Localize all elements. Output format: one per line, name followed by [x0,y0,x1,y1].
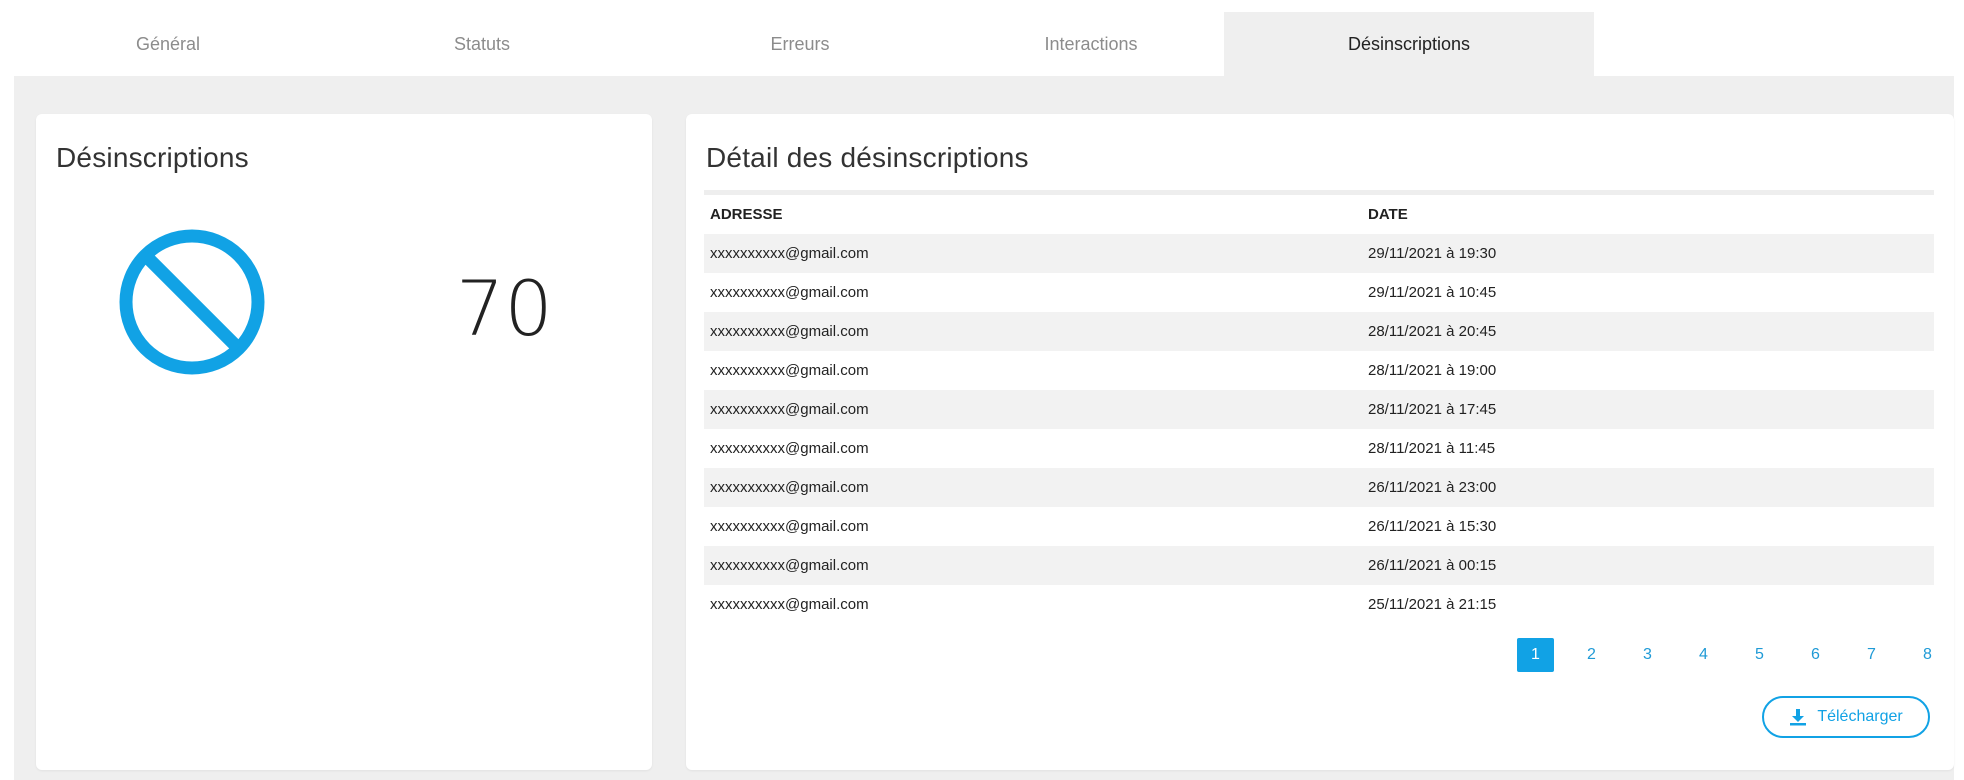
table-row: xxxxxxxxxx@gmail.com 28/11/2021 à 11:45 [704,429,1934,468]
unsubscribe-detail-card: Détail des désinscriptions ADRESSE DATE … [686,114,1954,770]
download-button[interactable]: Télécharger [1762,696,1930,738]
row-address: xxxxxxxxxx@gmail.com [710,596,869,613]
page-7-button[interactable]: 7 [1853,638,1890,672]
row-address: xxxxxxxxxx@gmail.com [710,440,869,457]
tab-desinscriptions[interactable]: Désinscriptions [1224,12,1594,76]
table-row: xxxxxxxxxx@gmail.com 25/11/2021 à 21:15 [704,585,1934,624]
tab-interactions[interactable]: Interactions [958,12,1224,76]
page-2-button[interactable]: 2 [1573,638,1610,672]
unsubscribe-summary-card: Désinscriptions 70 [36,114,652,770]
page-6-button[interactable]: 6 [1797,638,1834,672]
row-address: xxxxxxxxxx@gmail.com [710,245,869,262]
column-header-address: ADRESSE [710,206,783,223]
row-date: 29/11/2021 à 19:30 [1368,245,1497,262]
row-address: xxxxxxxxxx@gmail.com [710,557,869,574]
tab-erreurs[interactable]: Erreurs [642,12,958,76]
page-8-button[interactable]: 8 [1909,638,1946,672]
tab-bar: Général Statuts Erreurs Interactions Dés… [14,12,1954,76]
row-date: 26/11/2021 à 23:00 [1368,479,1497,496]
detail-title: Détail des désinscriptions [706,142,1029,173]
download-icon [1790,709,1807,726]
row-date: 28/11/2021 à 17:45 [1368,401,1497,418]
row-address: xxxxxxxxxx@gmail.com [710,401,869,418]
statistics-panel: Général Statuts Erreurs Interactions Dés… [14,12,1954,780]
ban-icon [119,229,265,375]
row-date: 28/11/2021 à 20:45 [1368,323,1497,340]
summary-title: Désinscriptions [56,142,249,173]
row-date: 28/11/2021 à 19:00 [1368,362,1497,379]
unsubscribe-table: ADRESSE DATE xxxxxxxxxx@gmail.com 29/11/… [704,190,1934,624]
row-address: xxxxxxxxxx@gmail.com [710,479,869,496]
row-date: 28/11/2021 à 11:45 [1368,440,1496,457]
download-label: Télécharger [1817,708,1903,725]
column-header-date: DATE [1368,206,1408,223]
pagination: 1 2 3 4 5 6 7 8 [1517,638,1946,672]
row-date: 26/11/2021 à 00:15 [1368,557,1497,574]
table-header: ADRESSE DATE [704,195,1934,234]
table-row: xxxxxxxxxx@gmail.com 26/11/2021 à 23:00 [704,468,1934,507]
table-row: xxxxxxxxxx@gmail.com 28/11/2021 à 17:45 [704,390,1934,429]
row-date: 26/11/2021 à 15:30 [1368,518,1497,535]
row-address: xxxxxxxxxx@gmail.com [710,323,869,340]
tab-general[interactable]: Général [14,12,322,76]
row-address: xxxxxxxxxx@gmail.com [710,518,869,535]
tab-statuts[interactable]: Statuts [322,12,642,76]
table-row: xxxxxxxxxx@gmail.com 28/11/2021 à 19:00 [704,351,1934,390]
row-date: 29/11/2021 à 10:45 [1368,284,1497,301]
page-1-button[interactable]: 1 [1517,638,1554,672]
page-3-button[interactable]: 3 [1629,638,1666,672]
row-address: xxxxxxxxxx@gmail.com [710,362,869,379]
table-row: xxxxxxxxxx@gmail.com 29/11/2021 à 10:45 [704,273,1934,312]
page-4-button[interactable]: 4 [1685,638,1722,672]
row-date: 25/11/2021 à 21:15 [1368,596,1497,613]
table-row: xxxxxxxxxx@gmail.com 28/11/2021 à 20:45 [704,312,1934,351]
table-row: xxxxxxxxxx@gmail.com 26/11/2021 à 00:15 [704,546,1934,585]
table-row: xxxxxxxxxx@gmail.com 29/11/2021 à 19:30 [704,234,1934,273]
table-row: xxxxxxxxxx@gmail.com 26/11/2021 à 15:30 [704,507,1934,546]
unsubscribe-count: 70 [456,264,553,353]
row-address: xxxxxxxxxx@gmail.com [710,284,869,301]
page-5-button[interactable]: 5 [1741,638,1778,672]
